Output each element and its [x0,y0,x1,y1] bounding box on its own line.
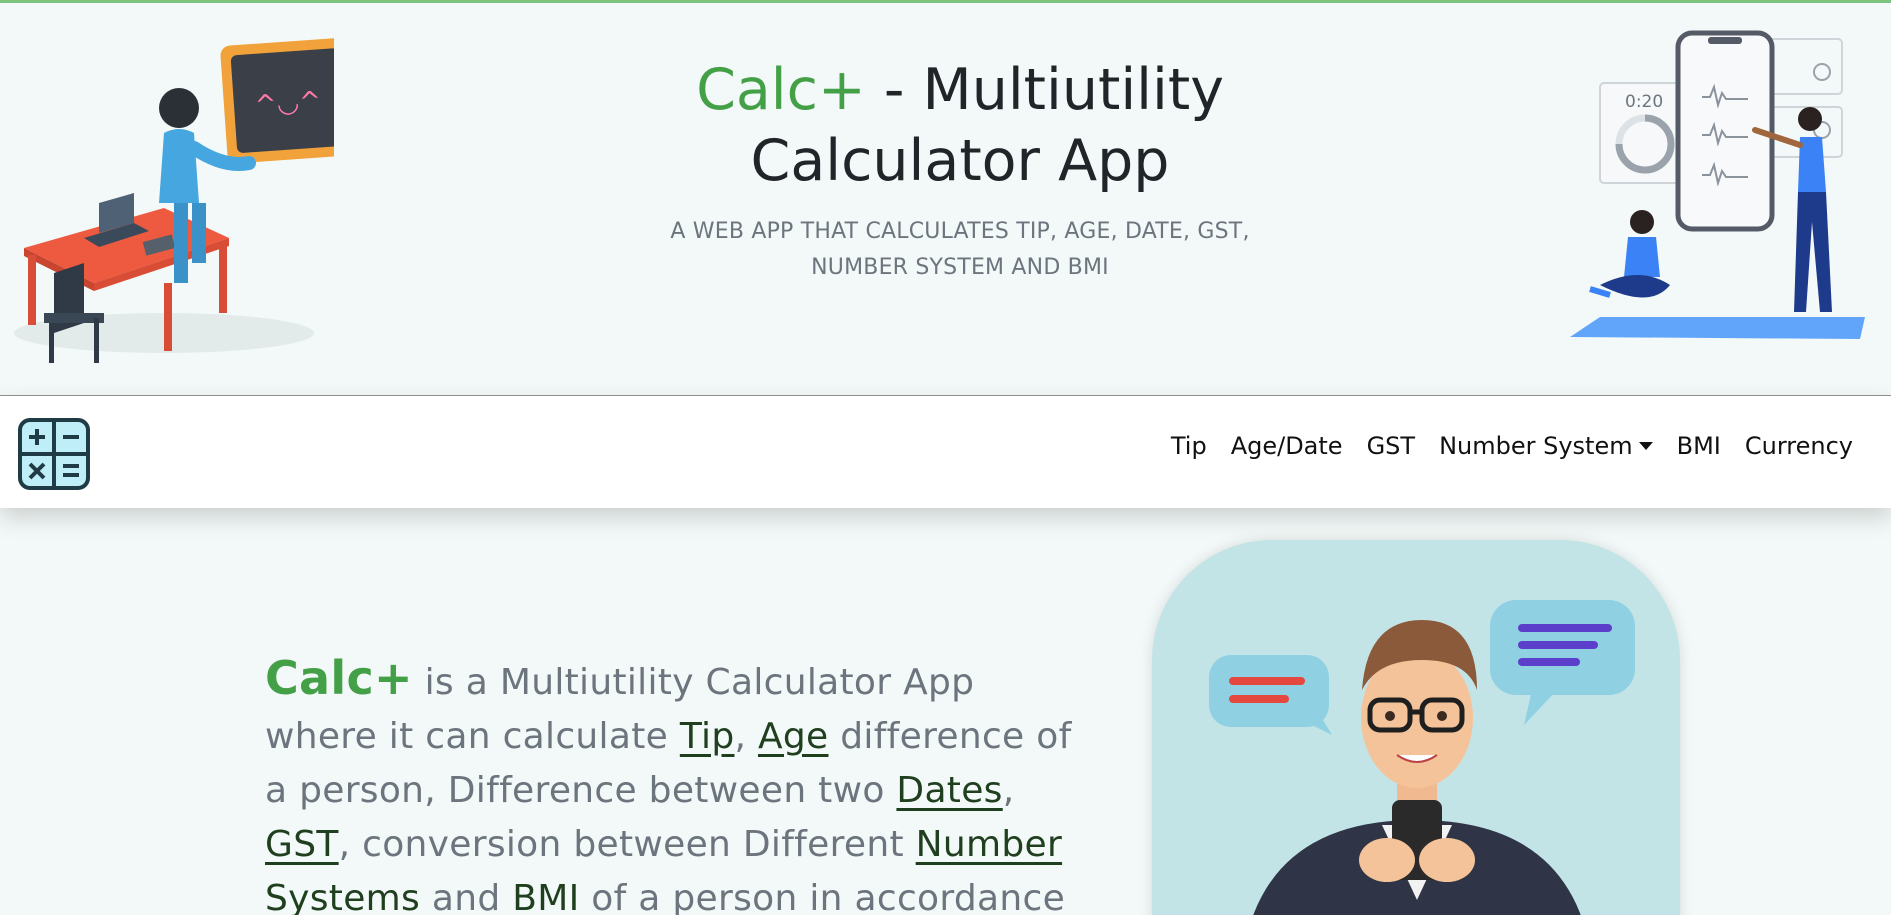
link-age[interactable]: Age [758,716,829,757]
desk-illustration: ^◡^ [14,37,334,363]
hero-illustration-card [1152,540,1680,915]
intro-brand: Calc+ [265,651,413,705]
nav-item-number-system[interactable]: Number System [1427,432,1665,460]
chevron-down-icon [1638,442,1653,450]
nav-item-number-system-label: Number System [1439,432,1633,460]
link-dates[interactable]: Dates [896,770,1002,811]
link-tip[interactable]: Tip [680,716,735,757]
timer-readout: 0:20 [1625,92,1663,112]
intro-text: , conversion between Different [338,824,916,865]
speech-bubble-icon [1490,600,1635,725]
nav-item-gst[interactable]: GST [1355,432,1428,460]
calculator-icon[interactable] [18,418,90,490]
nav-item-bmi[interactable]: BMI [1665,432,1733,460]
fitness-illustration: 0:20 [1570,30,1865,339]
intro-text: , [1002,770,1015,811]
hero-header: ^◡^ Calc+ - Multiutility Calculator App … [0,3,1891,395]
nav-item-currency[interactable]: Currency [1733,432,1865,460]
svg-text:^◡^: ^◡^ [254,86,322,121]
page-subtitle: A WEB APP THAT CALCULATES TIP, AGE, DATE… [670,219,1250,280]
intro-text: and [420,878,513,915]
nav-links: Tip Age/Date GST Number System BMI Curre… [1159,432,1865,460]
speech-bubble-icon [1209,655,1332,735]
nav-item-tip[interactable]: Tip [1159,432,1219,460]
intro-text: , [734,716,758,757]
link-gst[interactable]: GST [265,824,339,865]
businessman-illustration [1209,600,1635,915]
nav-item-age-date[interactable]: Age/Date [1219,432,1355,460]
intro-text: of a person in accordance [579,878,1066,915]
brand-name: Calc+ [696,57,866,123]
intro-paragraph: Calc+ is a Multiutility Calculator App w… [265,651,1095,915]
page-title: Calc+ - Multiutility Calculator App [560,55,1360,197]
main-navbar: Tip Age/Date GST Number System BMI Curre… [0,395,1891,508]
link-bmi[interactable]: BMI [512,878,579,915]
